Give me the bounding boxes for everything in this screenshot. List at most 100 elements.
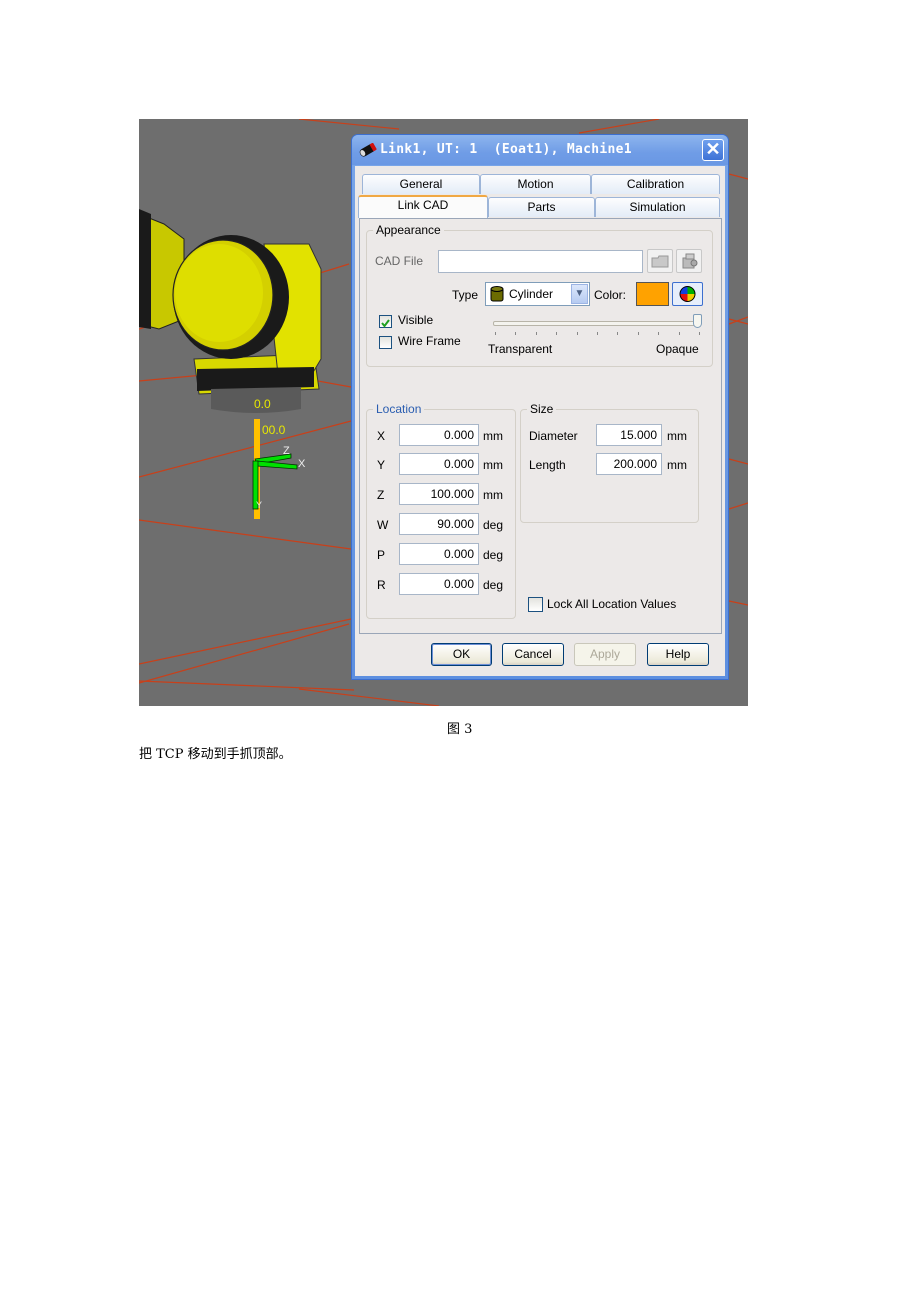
color-swatch[interactable] bbox=[636, 282, 669, 306]
axis-label: P bbox=[377, 548, 386, 562]
tab-general[interactable]: General bbox=[362, 174, 480, 194]
p-input[interactable]: 0.000 bbox=[399, 543, 479, 565]
title-bar[interactable]: Link1, UT: 1 (Eoat1), Machine1 ✕ bbox=[352, 135, 728, 165]
apply-label: Apply bbox=[589, 647, 621, 661]
axis-label-z: Z bbox=[283, 445, 290, 457]
axis-label-x: X bbox=[298, 458, 306, 470]
apply-button[interactable]: Apply bbox=[574, 643, 636, 666]
slider-tick bbox=[678, 332, 680, 335]
cancel-label: Cancel bbox=[514, 647, 552, 661]
slider-tick bbox=[576, 332, 578, 335]
close-icon: ✕ bbox=[705, 139, 721, 159]
tab-simulation[interactable]: Simulation bbox=[595, 197, 720, 217]
close-button[interactable]: ✕ bbox=[702, 139, 724, 161]
unit-label: mm bbox=[483, 429, 503, 443]
lock-location-checkbox[interactable] bbox=[528, 597, 543, 612]
tab-label: Link CAD bbox=[397, 198, 449, 212]
dialog-title: Link1, UT: 1 (Eoat1), Machine1 bbox=[380, 142, 632, 157]
folder-icon bbox=[651, 255, 669, 268]
type-value: Cylinder bbox=[509, 287, 554, 301]
z-input[interactable]: 100.000 bbox=[399, 483, 479, 505]
grid-line bbox=[139, 420, 352, 478]
tab-label: General bbox=[399, 177, 443, 191]
cylinder-icon bbox=[490, 286, 504, 302]
unit-label: mm bbox=[483, 488, 503, 502]
cad-file-input[interactable] bbox=[438, 250, 643, 273]
cancel-button[interactable]: Cancel bbox=[502, 643, 564, 666]
robot-wrist[interactable] bbox=[139, 209, 322, 413]
unit-label: deg bbox=[483, 548, 504, 562]
slider-tick bbox=[556, 332, 558, 335]
browse-folder-button[interactable] bbox=[647, 249, 673, 273]
axis-label: X bbox=[377, 429, 386, 443]
y-input[interactable]: 0.000 bbox=[399, 453, 479, 475]
slider-tick bbox=[535, 332, 537, 335]
appearance-group-label: Appearance bbox=[373, 223, 444, 237]
checkmark-icon bbox=[381, 319, 390, 328]
w-input[interactable]: 90.000 bbox=[399, 513, 479, 535]
length-unit: mm bbox=[667, 458, 687, 472]
opacity-max-label: Opaque bbox=[656, 342, 699, 356]
grid-line bbox=[728, 458, 748, 465]
visible-checkbox[interactable] bbox=[379, 315, 392, 328]
diameter-unit: mm bbox=[667, 429, 687, 443]
r-input[interactable]: 0.000 bbox=[399, 573, 479, 595]
tab-link-cad[interactable]: Link CAD bbox=[358, 195, 488, 218]
unit-label: mm bbox=[483, 458, 503, 472]
grid-line bbox=[139, 680, 355, 691]
help-button[interactable]: Help bbox=[647, 643, 709, 666]
grid-line bbox=[139, 623, 350, 684]
link-icon bbox=[359, 143, 377, 157]
grid-line bbox=[298, 688, 440, 706]
diameter-label: Diameter bbox=[529, 429, 578, 443]
location-group-label: Location bbox=[373, 402, 425, 416]
color-label: Color: bbox=[594, 288, 627, 302]
axis-label: Y bbox=[377, 458, 386, 472]
link-properties-dialog: Link1, UT: 1 (Eoat1), Machine1 ✕ General… bbox=[351, 134, 729, 680]
slider-tick bbox=[515, 332, 517, 335]
appearance-group: Appearance CAD File Type Cylinder ▼ Colo… bbox=[366, 223, 713, 367]
tab-motion[interactable]: Motion bbox=[480, 174, 591, 194]
slider-tick bbox=[637, 332, 639, 335]
cad-file-label: CAD File bbox=[375, 254, 424, 268]
tab-parts[interactable]: Parts bbox=[488, 197, 595, 217]
cad-library-button[interactable] bbox=[676, 249, 702, 273]
ok-label: OK bbox=[452, 647, 471, 661]
body-paragraph: 把 TCP 移动到手抓顶部。 bbox=[139, 747, 292, 762]
size-group-label: Size bbox=[527, 402, 557, 416]
tab-calibration[interactable]: Calibration bbox=[591, 174, 720, 194]
type-label: Type bbox=[452, 288, 479, 302]
link-cad-panel: Appearance CAD File Type Cylinder ▼ Colo… bbox=[359, 218, 722, 634]
lock-location-label: Lock All Location Values bbox=[547, 597, 677, 611]
length-input[interactable]: 200.000 bbox=[596, 453, 662, 475]
tab-label: Parts bbox=[527, 200, 556, 214]
slider-tick bbox=[597, 332, 598, 335]
type-dropdown[interactable]: Cylinder ▼ bbox=[485, 282, 590, 306]
grid-line bbox=[728, 173, 748, 180]
x-input[interactable]: 0.000 bbox=[399, 424, 479, 446]
grid-line bbox=[139, 519, 352, 550]
size-group: Size Diameter 15.000 mm Length 200.000 m… bbox=[520, 402, 699, 523]
slider-tick bbox=[699, 332, 700, 335]
wireframe-checkbox[interactable] bbox=[379, 336, 392, 349]
opacity-min-label: Transparent bbox=[488, 342, 553, 356]
grid-line bbox=[578, 119, 660, 134]
location-group: Location X 0.000 mm Y 0.000 mm Z 100.000… bbox=[366, 402, 516, 619]
grid-line bbox=[298, 119, 400, 130]
cad-library-icon bbox=[682, 253, 698, 269]
chevron-down-icon[interactable]: ▼ bbox=[571, 284, 588, 304]
diameter-input[interactable]: 15.000 bbox=[596, 424, 662, 446]
opacity-slider-thumb[interactable] bbox=[693, 314, 702, 328]
visible-label: Visible bbox=[398, 313, 434, 327]
grid-line bbox=[728, 600, 748, 606]
axis-label: W bbox=[377, 518, 389, 532]
opacity-slider-track[interactable] bbox=[493, 321, 699, 326]
figure-caption: 图 3 bbox=[447, 722, 473, 737]
axis-label: Z bbox=[377, 488, 385, 502]
ok-button[interactable]: OK bbox=[431, 643, 492, 666]
color-picker-button[interactable] bbox=[672, 282, 703, 306]
length-label: Length bbox=[529, 458, 566, 472]
grid-line bbox=[728, 502, 748, 510]
tab-label: Simulation bbox=[629, 200, 686, 214]
dialog-client: General Motion Calibration Link CAD Part… bbox=[355, 166, 725, 676]
